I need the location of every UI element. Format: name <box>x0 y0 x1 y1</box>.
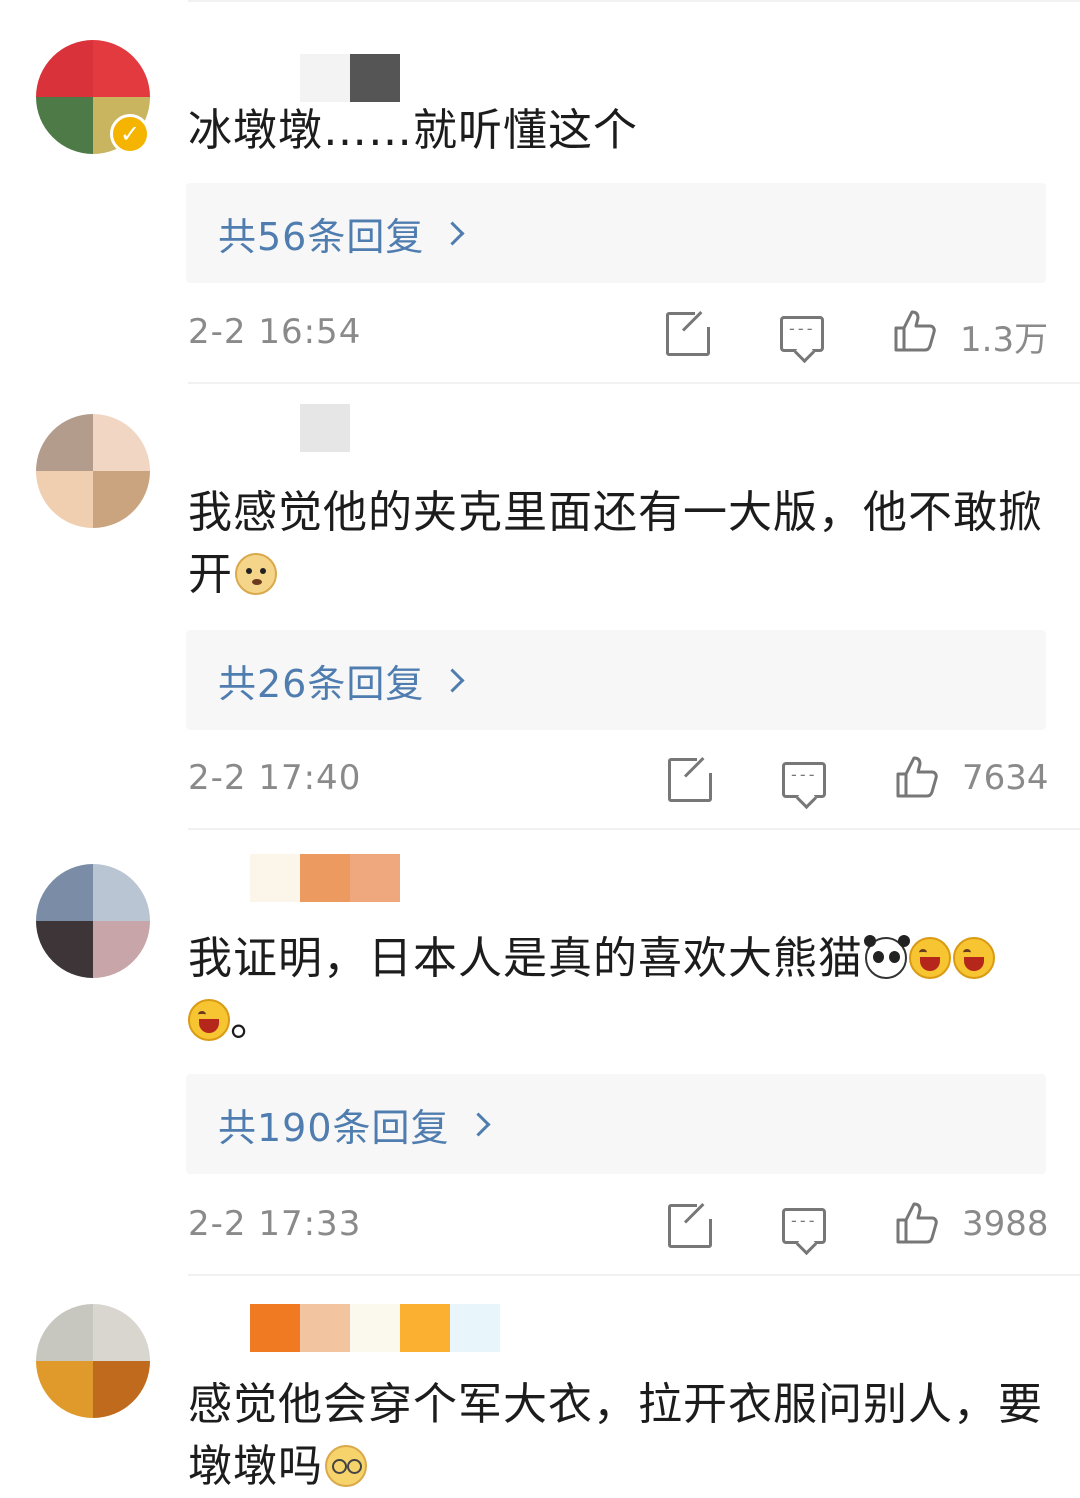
view-replies-button[interactable]: 共26条回复 <box>186 630 1046 730</box>
view-replies-button[interactable]: 共190条回复 <box>186 1074 1046 1174</box>
comment-item: 我证明，日本人是真的喜欢大熊猫。 共190条回复 2-2 17:33 3988 <box>0 830 1080 1274</box>
like-icon[interactable] <box>894 1200 938 1244</box>
avatar[interactable] <box>36 1304 150 1418</box>
comment-item: 我感觉他的夹克里面还有一大版，他不敢掀开 共26条回复 2-2 17:40 76… <box>0 384 1080 828</box>
chevron-right-icon <box>466 1111 491 1137</box>
comment-meta: 2-2 16:54 1.3万 <box>0 306 1080 366</box>
reply-icon[interactable] <box>782 1208 826 1244</box>
username-blurred[interactable] <box>250 404 350 452</box>
comment-text: 我感觉他的夹克里面还有一大版，他不敢掀开 <box>188 487 1043 600</box>
laugh-icon <box>953 937 995 979</box>
avatar[interactable] <box>36 864 150 978</box>
avatar-mosaic-cell <box>93 414 150 471</box>
avatar-mosaic-cell <box>36 414 93 471</box>
comment-text: 我证明，日本人是真的喜欢大熊猫。 <box>188 928 1048 1052</box>
comment-time: 2-2 16:54 <box>188 312 362 352</box>
replies-count-label: 共190条回复 <box>218 1105 450 1150</box>
panda-icon <box>864 935 907 979</box>
comment-meta: 2-2 17:40 7634 <box>0 752 1080 812</box>
share-icon[interactable] <box>668 1201 715 1248</box>
avatar-mosaic-cell <box>36 1361 93 1418</box>
comment-meta: 2-2 17:33 3988 <box>0 1198 1080 1258</box>
laugh-icon <box>909 937 951 979</box>
avatar-mosaic-cell <box>36 864 93 921</box>
like-count: 1.3万 <box>960 320 1049 360</box>
avatar-mosaic-cell <box>36 921 93 978</box>
laugh-icon <box>188 999 230 1041</box>
avatar-mosaic-cell <box>93 40 150 97</box>
avatar-mosaic-cell <box>93 471 150 528</box>
avatar-mosaic-cell <box>36 40 93 97</box>
username-blurred[interactable] <box>250 854 400 902</box>
avatar-mosaic-cell <box>36 1304 93 1361</box>
comment-text: 感觉他会穿个军大衣，拉开衣服问别人，要墩墩吗 <box>188 1379 1043 1492</box>
share-icon[interactable] <box>668 755 715 802</box>
reply-icon[interactable] <box>782 762 826 798</box>
reply-icon[interactable] <box>780 316 824 352</box>
replies-count-label: 共56条回复 <box>218 214 425 259</box>
like-icon[interactable] <box>894 754 938 798</box>
like-icon[interactable] <box>892 308 936 352</box>
like-count: 7634 <box>962 758 1049 798</box>
avatar[interactable] <box>36 414 150 528</box>
view-replies-button[interactable]: 共56条回复 <box>186 183 1046 283</box>
avatar-mosaic-cell <box>93 1304 150 1361</box>
doge-icon <box>235 553 277 595</box>
avatar-mosaic-cell <box>93 1361 150 1418</box>
replies-count-label: 共26条回复 <box>218 661 425 706</box>
glasses-face-icon <box>325 1445 367 1487</box>
avatar-mosaic-cell <box>36 97 93 154</box>
username-blurred[interactable] <box>250 54 400 102</box>
share-icon[interactable] <box>666 309 713 356</box>
comment-text: 冰墩墩……就听懂这个 <box>188 105 638 156</box>
comment-item: 感觉他会穿个军大衣，拉开衣服问别人，要墩墩吗 <box>0 1276 1080 1493</box>
chevron-right-icon <box>440 220 465 246</box>
username-blurred[interactable] <box>250 1304 500 1352</box>
avatar-mosaic-cell <box>93 921 150 978</box>
avatar-mosaic-cell <box>93 864 150 921</box>
avatar-mosaic-cell <box>36 471 93 528</box>
comment-time: 2-2 17:33 <box>188 1204 362 1244</box>
comment-time: 2-2 17:40 <box>188 758 362 798</box>
verified-badge-icon: ✓ <box>110 114 150 154</box>
comment-item: ✓ 冰墩墩……就听懂这个 共56条回复 2-2 16:54 1.3万 <box>0 0 1080 382</box>
chevron-right-icon <box>440 667 465 693</box>
like-count: 3988 <box>962 1204 1049 1244</box>
